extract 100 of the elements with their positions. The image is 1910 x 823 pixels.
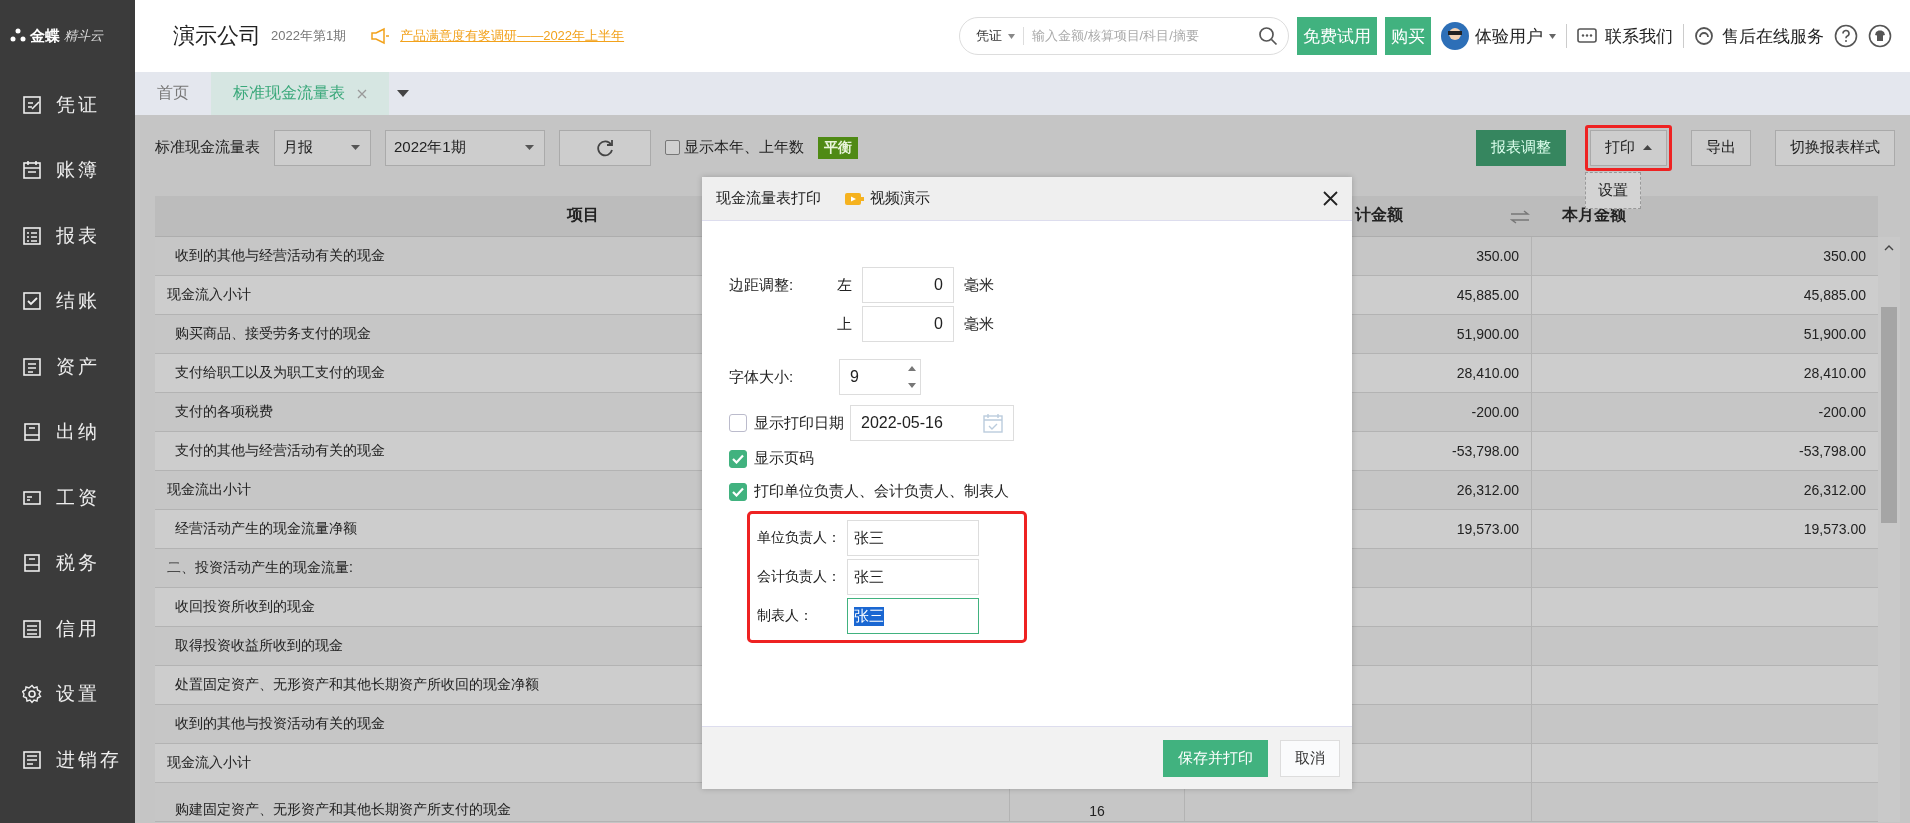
input-field[interactable]: 张三 bbox=[847, 520, 979, 556]
table-cell: 二、投资活动产生的现金流量: bbox=[167, 559, 353, 577]
input-field[interactable]: 0 bbox=[862, 267, 954, 303]
checkbox[interactable] bbox=[729, 449, 747, 468]
side-label: 左 bbox=[837, 275, 852, 295]
sidebar-item[interactable]: 出纳 bbox=[0, 399, 135, 465]
field-label: 字体大小: bbox=[729, 367, 795, 387]
input-field[interactable]: 张三 bbox=[847, 598, 979, 634]
print-menu-button[interactable]: 打印 bbox=[1590, 129, 1667, 166]
check-icon bbox=[732, 486, 744, 497]
shirt-icon[interactable] bbox=[1868, 24, 1892, 48]
date-field[interactable]: 2022-05-16 bbox=[850, 405, 1014, 441]
refresh-button[interactable] bbox=[559, 129, 651, 166]
status-badge: 平衡 bbox=[818, 136, 858, 159]
video-demo-link[interactable]: 视频演示 bbox=[845, 189, 930, 208]
sidebar-item[interactable]: 税务 bbox=[0, 530, 135, 596]
sidebar-item[interactable]: 报表 bbox=[0, 203, 135, 269]
scrollbar[interactable] bbox=[1878, 237, 1900, 822]
period-select[interactable]: 2022年1期 bbox=[385, 129, 545, 166]
checkbox[interactable] bbox=[665, 140, 680, 155]
sidebar-item[interactable]: 账簿 bbox=[0, 137, 135, 203]
tab[interactable]: 首页 bbox=[135, 72, 211, 115]
video-icon bbox=[845, 191, 865, 206]
caret-down-icon[interactable] bbox=[397, 90, 409, 97]
table-cell: -53,798.00 bbox=[1452, 443, 1519, 459]
user-name: 体验用户 bbox=[1475, 25, 1543, 48]
period-label: 2022年第1期 bbox=[271, 27, 347, 45]
caret-down-icon bbox=[1549, 33, 1556, 39]
field-label: 边距调整: bbox=[729, 275, 795, 295]
toolbar-button[interactable]: 报表调整 bbox=[1476, 129, 1566, 166]
sidebar-item[interactable]: 结账 bbox=[0, 268, 135, 334]
column-header: 项目 bbox=[566, 205, 599, 225]
gear-icon bbox=[22, 684, 42, 705]
checkbox-label: 打印单位负责人、会计负责人、制表人 bbox=[754, 482, 1009, 501]
sidebar-item[interactable]: 凭证 bbox=[0, 72, 135, 138]
close-icon[interactable] bbox=[1323, 191, 1338, 206]
table-cell: 现金流出小计 bbox=[167, 481, 251, 499]
table-cell: 26,312.00 bbox=[1456, 482, 1519, 498]
table-cell: 处置固定资产、无形资产和其他长期资产所收回的现金净额 bbox=[175, 676, 539, 694]
caret-up-icon bbox=[1643, 145, 1652, 150]
field-label: 会计负责人： bbox=[757, 568, 842, 586]
list-icon bbox=[22, 618, 42, 639]
swap-icon[interactable] bbox=[1510, 209, 1530, 224]
checkbox-label: 显示页码 bbox=[754, 449, 814, 468]
header-link[interactable]: 售后在线服务 bbox=[1694, 24, 1824, 48]
sidebar-item[interactable]: 进销存 bbox=[0, 727, 135, 793]
chevron-up-icon bbox=[1884, 245, 1894, 251]
document-icon bbox=[22, 749, 42, 770]
cancel-button[interactable]: 取消 bbox=[1280, 739, 1340, 777]
toolbar-button[interactable]: 导出 bbox=[1691, 129, 1751, 166]
logo-text: 金蝶 bbox=[30, 26, 60, 46]
table-cell: -200.00 bbox=[1818, 404, 1866, 420]
checkbox-label: 显示本年、上年数 bbox=[684, 138, 804, 157]
table-cell: 支付的其他与经营活动有关的现金 bbox=[175, 442, 385, 460]
table-cell: 收到的其他与投资活动有关的现金 bbox=[175, 715, 385, 733]
checkbox[interactable] bbox=[729, 414, 747, 432]
help-icon[interactable] bbox=[1834, 24, 1858, 48]
number-spinner[interactable]: 9 bbox=[839, 359, 921, 395]
sidebar-item[interactable]: 信用 bbox=[0, 596, 135, 662]
document-icon bbox=[22, 553, 42, 574]
table-cell: 28,410.00 bbox=[1456, 365, 1519, 381]
column-header: 计金额 bbox=[1355, 205, 1403, 225]
table-cell: 45,885.00 bbox=[1803, 287, 1866, 303]
table-cell: 收回投资所收到的现金 bbox=[175, 598, 315, 616]
refresh-icon bbox=[595, 137, 615, 158]
table-cell: 350.00 bbox=[1476, 248, 1519, 264]
caret-down-icon bbox=[1008, 33, 1015, 39]
caret-down-icon bbox=[525, 145, 534, 150]
checked-document-icon bbox=[22, 291, 42, 312]
user-menu[interactable]: 体验用户 bbox=[1441, 22, 1556, 50]
logo-subtext: 精斗云 bbox=[64, 27, 103, 45]
table-cell: 51,900.00 bbox=[1803, 326, 1866, 342]
input-field[interactable]: 张三 bbox=[847, 559, 979, 595]
caret-down-icon bbox=[351, 145, 360, 150]
sidebar-item[interactable]: 工资 bbox=[0, 465, 135, 531]
sidebar-item[interactable]: 设置 bbox=[0, 661, 135, 727]
table-cell: 19,573.00 bbox=[1803, 521, 1866, 537]
toolbar-button[interactable]: 切换报表样式 bbox=[1775, 129, 1895, 166]
header-link[interactable]: 联系我们 bbox=[1577, 24, 1673, 48]
dots-logo-icon bbox=[10, 28, 26, 44]
table-cell: 19,573.00 bbox=[1456, 521, 1519, 537]
search-placeholder: 输入金额/核算项目/科目/摘要 bbox=[1032, 27, 1200, 45]
table-cell: 收到的其他与经营活动有关的现金 bbox=[175, 247, 385, 265]
table-cell: -200.00 bbox=[1471, 404, 1519, 420]
calendar-icon bbox=[983, 413, 1003, 433]
edit-document-icon bbox=[22, 94, 42, 115]
company-name: 演示公司 bbox=[173, 22, 261, 50]
checkbox[interactable] bbox=[729, 482, 747, 501]
sidebar-item[interactable]: 资产 bbox=[0, 334, 135, 400]
scope-dropdown[interactable]: 凭证 bbox=[976, 27, 1024, 45]
period-type-select[interactable]: 月报 bbox=[274, 129, 371, 166]
calendar-icon bbox=[22, 160, 42, 181]
field-label: 制表人： bbox=[757, 607, 814, 625]
unit-label: 毫米 bbox=[964, 314, 994, 334]
table-cell: 350.00 bbox=[1823, 248, 1866, 264]
unit-label: 毫米 bbox=[964, 275, 994, 295]
table-cell: 支付给职工以及为职工支付的现金 bbox=[175, 364, 385, 382]
checkbox-label: 显示打印日期 bbox=[754, 413, 844, 433]
input-field[interactable]: 0 bbox=[862, 306, 954, 342]
table-cell: 51,900.00 bbox=[1456, 326, 1519, 342]
